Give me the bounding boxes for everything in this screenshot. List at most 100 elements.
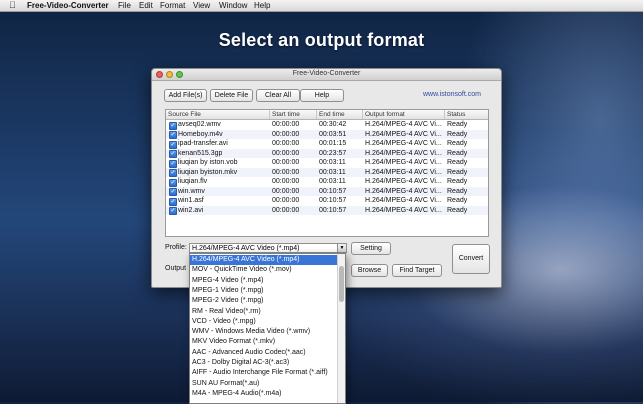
file-table[interactable]: Source File Start time End time Output f… xyxy=(165,109,489,237)
cell-source-file: ipad-transfer.avi xyxy=(178,140,228,147)
table-row[interactable]: ✓ avseq02.wmv 00:00:00 00:30:42 H.264/MPEG-4… xyxy=(166,120,488,130)
cell-status: Ready xyxy=(447,178,468,185)
dropdown-option[interactable]: H.264/MPEG-4 AVC Video (*.mp4) xyxy=(190,255,337,266)
dropdown-option[interactable]: MPEG-1 Video (*.mpg) xyxy=(190,286,337,296)
row-checkbox[interactable]: ✓ xyxy=(169,169,177,177)
menu-window[interactable]: Window xyxy=(219,0,247,11)
cell-output-format: H.264/MPEG-4 AVC Vi... xyxy=(365,197,442,204)
table-header: Source File Start time End time Output f… xyxy=(166,110,488,120)
cell-start-time: 00:00:00 xyxy=(272,187,300,195)
row-checkbox[interactable]: ✓ xyxy=(169,140,177,149)
cell-output-format: H.264/MPEG-4 AVC Vi... xyxy=(365,149,442,157)
cell-start-time: 00:00:00 xyxy=(272,168,300,176)
menu-view[interactable]: View xyxy=(193,0,210,11)
add-files-button[interactable]: Add File(s) xyxy=(164,89,207,102)
table-row[interactable]: ✓ liuqian byiston.mkv 00:00:00 00:03:11 H.26… xyxy=(166,167,488,177)
table-row[interactable]: ✓ liuqian.flv 00:00:00 00:03:11 H.264/MPEG-4… xyxy=(166,177,488,187)
cell-end-time: 00:03:11 xyxy=(319,159,346,166)
dropdown-option[interactable]: MKV Video Format (*.mkv) xyxy=(190,337,337,347)
output-label: Output xyxy=(165,265,187,272)
menu-format[interactable]: Format xyxy=(160,0,185,11)
cell-output-format: H.264/MPEG-4 AVC Vi... xyxy=(365,130,442,138)
row-checkbox[interactable]: ✓ xyxy=(169,159,177,168)
table-row[interactable]: ✓ Homeboy.m4v 00:00:00 00:03:51 H.264/MPEG-4… xyxy=(166,129,488,139)
cell-output-format: H.264/MPEG-4 AVC Vi... xyxy=(365,121,442,128)
cell-start-time: 00:00:00 xyxy=(272,149,300,157)
profile-label: Profile: xyxy=(165,244,187,251)
setting-button[interactable]: Setting xyxy=(351,242,391,255)
row-checkbox[interactable]: ✓ xyxy=(169,150,177,158)
table-row[interactable]: ✓ liuqian by iston.vob 00:00:00 00:03:11 H.2… xyxy=(166,158,488,168)
find-target-button[interactable]: Find Target xyxy=(392,264,442,277)
menu-edit[interactable]: Edit xyxy=(139,0,153,11)
chevron-down-icon[interactable]: ▼ xyxy=(337,244,346,252)
dropdown-scrollbar[interactable] xyxy=(337,254,345,403)
cell-end-time: 00:03:51 xyxy=(319,130,347,138)
profile-select[interactable]: H.264/MPEG-4 AVC Video (*.mp4) ▼ xyxy=(189,243,347,253)
menu-app-name[interactable]: Free-Video-Converter xyxy=(27,0,109,11)
cell-source-file: avseq02.wmv xyxy=(178,121,221,128)
help-button[interactable]: Help xyxy=(300,89,344,102)
clear-all-button[interactable]: Clear All xyxy=(256,89,300,102)
delete-file-button[interactable]: Delete File xyxy=(210,89,253,102)
cell-end-time: 00:01:15 xyxy=(319,140,347,147)
column-source-file[interactable]: Source File xyxy=(166,110,270,119)
profile-dropdown-list[interactable]: H.264/MPEG-4 AVC Video (*.mp4) MOV - Quic… xyxy=(189,253,346,404)
dropdown-option[interactable]: SUN AU Format(*.au) xyxy=(190,379,337,389)
browse-button[interactable]: Browse xyxy=(351,264,388,277)
cell-output-format: H.264/MPEG-4 AVC Vi... xyxy=(365,178,442,185)
column-status[interactable]: Status xyxy=(445,110,488,119)
dropdown-option[interactable]: M4A - MPEG-4 Audio(*.m4a) xyxy=(190,389,337,399)
row-checkbox[interactable]: ✓ xyxy=(169,197,177,206)
title-bar[interactable]: Free-Video-Converter xyxy=(152,69,501,81)
cell-end-time: 00:23:57 xyxy=(319,149,347,157)
dropdown-option[interactable]: MOV - QuickTime Video (*.mov) xyxy=(190,265,337,275)
cell-start-time: 00:00:00 xyxy=(272,159,300,166)
cell-end-time: 00:10:57 xyxy=(319,197,347,204)
row-checkbox[interactable]: ✓ xyxy=(169,121,177,130)
apple-icon[interactable]:  xyxy=(9,0,16,11)
column-output-format[interactable]: Output format xyxy=(363,110,445,119)
dropdown-option[interactable]: WMV - Windows Media Video (*.wmv) xyxy=(190,327,337,337)
cell-source-file: kenan515.3gp xyxy=(178,149,223,157)
row-checkbox[interactable]: ✓ xyxy=(169,178,177,187)
column-start-time[interactable]: Start time xyxy=(270,110,317,119)
cell-status: Ready xyxy=(447,159,468,166)
column-end-time[interactable]: End time xyxy=(317,110,363,119)
cell-source-file: liuqian.flv xyxy=(178,178,208,185)
convert-button[interactable]: Convert xyxy=(452,244,490,274)
cell-source-file: liuqian byiston.mkv xyxy=(178,168,238,176)
table-row[interactable]: ✓ win1.asf 00:00:00 00:10:57 H.264/MPEG-4 AV… xyxy=(166,196,488,206)
cell-status: Ready xyxy=(447,187,468,195)
dropdown-option[interactable]: MPEG-2 Video (*.mpg) xyxy=(190,296,337,306)
cell-end-time: 00:30:42 xyxy=(319,121,347,128)
website-link[interactable]: www.istonsoft.com xyxy=(423,91,481,98)
cell-output-format: H.264/MPEG-4 AVC Vi... xyxy=(365,168,442,176)
cell-status: Ready xyxy=(447,121,468,128)
cell-status: Ready xyxy=(447,168,468,176)
row-checkbox[interactable]: ✓ xyxy=(169,188,177,196)
cell-output-format: H.264/MPEG-4 AVC Vi... xyxy=(365,140,442,147)
menu-file[interactable]: File xyxy=(118,0,131,11)
profile-select-value: H.264/MPEG-4 AVC Video (*.mp4) xyxy=(192,245,300,252)
cell-source-file: Homeboy.m4v xyxy=(178,130,223,138)
row-checkbox[interactable]: ✓ xyxy=(169,131,177,139)
table-row[interactable]: ✓ win2.avi 00:00:00 00:10:57 H.264/MPEG-4 AV… xyxy=(166,205,488,215)
cell-end-time: 00:10:57 xyxy=(319,206,347,214)
cell-source-file: win.wmv xyxy=(178,187,205,195)
dropdown-option[interactable]: AIFF - Audio Interchange File Format (*.… xyxy=(190,368,337,378)
window-title: Free-Video-Converter xyxy=(292,70,361,77)
scrollbar-thumb[interactable] xyxy=(339,266,344,302)
table-row[interactable]: ✓ ipad-transfer.avi 00:00:00 00:01:15 H.264/… xyxy=(166,139,488,149)
dropdown-option[interactable]: AC3 - Dolby Digital AC-3(*.ac3) xyxy=(190,358,337,368)
dropdown-option[interactable]: MPEG-4 Video (*.mp4) xyxy=(190,276,337,286)
dropdown-option[interactable]: AAC - Advanced Audio Codec(*.aac) xyxy=(190,348,337,358)
cell-end-time: 00:10:57 xyxy=(319,187,347,195)
table-row[interactable]: ✓ kenan515.3gp 00:00:00 00:23:57 H.264/MPEG-… xyxy=(166,148,488,158)
table-row[interactable]: ✓ win.wmv 00:00:00 00:10:57 H.264/MPEG-4 AVC… xyxy=(166,186,488,196)
row-checkbox[interactable]: ✓ xyxy=(169,207,177,215)
dropdown-option[interactable]: RM - Real Video(*.rm) xyxy=(190,307,337,317)
dropdown-option[interactable]: VCD - Video (*.mpg) xyxy=(190,317,337,327)
menu-help[interactable]: Help xyxy=(254,0,270,11)
cell-end-time: 00:03:11 xyxy=(319,168,346,176)
